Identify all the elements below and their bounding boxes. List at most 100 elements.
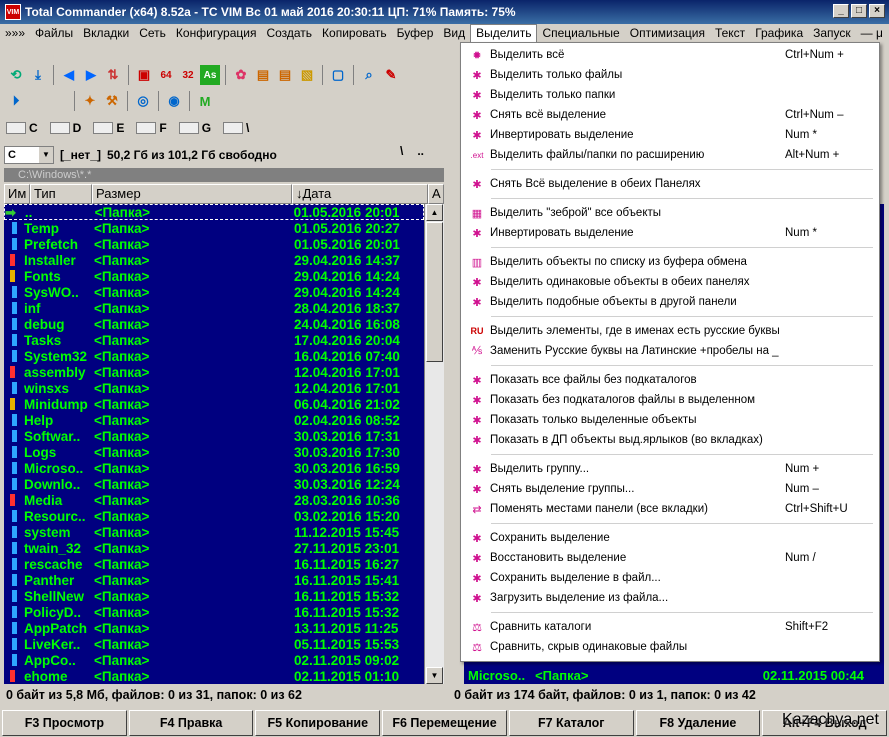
back-arrow-icon[interactable]: ◀ <box>59 65 79 85</box>
table-row[interactable]: Downlo.. <Папка> 30.03.2016 12:24 <box>4 476 424 492</box>
table-row[interactable]: Help <Папка> 02.04.2016 08:52 <box>4 412 424 428</box>
scroll-up-icon[interactable]: ▲ <box>426 204 443 221</box>
table-row[interactable]: Fonts <Папка> 29.04.2016 14:24 <box>4 268 424 284</box>
table-row[interactable]: Prefetch <Папка> 01.05.2016 20:01 <box>4 236 424 252</box>
right-last-row[interactable]: Microso.. <Папка> 02.11.2015 00:44 <box>464 668 884 684</box>
table-row[interactable]: Temp <Папка> 01.05.2016 20:27 <box>4 220 424 236</box>
archive-icon[interactable]: ▤ <box>253 65 273 85</box>
rename-icon[interactable]: ✎ <box>381 65 401 85</box>
drive-button-0[interactable]: C <box>6 121 38 135</box>
left-file-list[interactable]: ➡.. <Папка> 01.05.2016 20:01 Temp <Папка> 01.… <box>4 204 424 684</box>
menu-item-0[interactable]: ✹ Выделить всё Ctrl+Num + <box>461 45 879 65</box>
fkey-button-4[interactable]: F7 Каталог <box>508 710 634 736</box>
table-row[interactable]: Tasks <Папка> 17.04.2016 20:04 <box>4 332 424 348</box>
table-row[interactable]: debug <Папка> 24.04.2016 16:08 <box>4 316 424 332</box>
table-row[interactable]: inf <Папка> 28.04.2016 18:37 <box>4 300 424 316</box>
fkey-button-0[interactable]: F3 Просмотр <box>2 710 127 736</box>
menu-item-3[interactable]: ✱ Снять всё выделение Ctrl+Num – <box>461 105 879 125</box>
search-icon[interactable]: ⌕ <box>359 65 379 85</box>
table-row[interactable]: system <Папка> 11.12.2015 15:45 <box>4 524 424 540</box>
m-icon[interactable]: M <box>195 91 215 111</box>
menu-8[interactable]: Вид <box>438 26 470 40</box>
menu-item-17[interactable]: ⅍ Заменить Русские буквы на Латинские +пр… <box>461 341 879 361</box>
play-icon[interactable]: ⏵ <box>6 91 26 111</box>
menu-4[interactable]: Конфигурация <box>171 26 262 40</box>
drive-button-1[interactable]: D <box>49 121 81 135</box>
minimize-button[interactable]: _ <box>833 4 849 18</box>
menu-item-26[interactable]: ⇄ Поменять местами панели (все вкладки) Ct… <box>461 499 879 519</box>
table-row[interactable]: Logs <Папка> 30.03.2016 17:30 <box>4 444 424 460</box>
tools-icon[interactable]: ⚒ <box>102 91 122 111</box>
table-row[interactable]: ➡.. <Папка> 01.05.2016 20:01 <box>4 204 424 220</box>
left-path[interactable]: C:\Windows\*.* <box>4 168 444 182</box>
table-row[interactable]: Panther <Папка> 16.11.2015 15:41 <box>4 572 424 588</box>
col-attr[interactable]: А <box>428 184 444 204</box>
col-name[interactable]: Им <box>4 184 30 204</box>
col-size[interactable]: Размер <box>92 184 292 204</box>
menu-item-22[interactable]: ✱ Показать в ДП объекты выд.ярлыков (во в… <box>461 430 879 450</box>
menu-item-5[interactable]: .ext Выделить файлы/папки по расширению Al… <box>461 145 879 165</box>
menu-item-30[interactable]: ✱ Сохранить выделение в файл... <box>461 568 879 588</box>
menu-5[interactable]: Создать <box>261 26 317 40</box>
menu-15[interactable]: — μ <box>856 26 888 40</box>
fkey-button-3[interactable]: F6 Перемещение <box>382 710 507 736</box>
scroll-thumb[interactable] <box>426 222 443 362</box>
magic-wand-icon[interactable]: ✦ <box>80 91 100 111</box>
table-row[interactable]: Installer <Папка> 29.04.2016 14:37 <box>4 252 424 268</box>
table-row[interactable]: AppCo.. <Папка> 02.11.2015 09:02 <box>4 652 424 668</box>
menu-item-4[interactable]: ✱ Инвертировать выделение Num * <box>461 125 879 145</box>
disc-icon[interactable]: ◎ <box>133 91 153 111</box>
menu-12[interactable]: Текст <box>710 26 750 40</box>
table-row[interactable]: ehome <Папка> 02.11.2015 01:10 <box>4 668 424 684</box>
x32-icon[interactable]: 32 <box>178 65 198 85</box>
menu-item-16[interactable]: RU Выделить элементы, где в именах есть р… <box>461 321 879 341</box>
fkey-button-2[interactable]: F5 Копирование <box>255 710 381 736</box>
table-row[interactable]: Minidump <Папка> 06.04.2016 21:02 <box>4 396 424 412</box>
menu-10[interactable]: Специальные <box>537 26 624 40</box>
close-button[interactable]: × <box>869 4 885 18</box>
table-row[interactable]: Media <Папка> 28.03.2016 10:36 <box>4 492 424 508</box>
menu-item-25[interactable]: ✱ Снять выделение группы... Num – <box>461 479 879 499</box>
forward-arrow-icon[interactable]: ▶ <box>81 65 101 85</box>
globe-icon[interactable]: ◉ <box>164 91 184 111</box>
table-row[interactable]: AppPatch <Папка> 13.11.2015 11:25 <box>4 620 424 636</box>
vim-icon[interactable]: ▣ <box>134 65 154 85</box>
menu-item-33[interactable]: ⚖ Сравнить каталоги Shift+F2 <box>461 617 879 637</box>
menu-item-24[interactable]: ✱ Выделить группу... Num + <box>461 459 879 479</box>
table-row[interactable]: LiveKer.. <Папка> 05.11.2015 15:53 <box>4 636 424 652</box>
menu-item-28[interactable]: ✱ Сохранить выделение <box>461 528 879 548</box>
download-icon[interactable]: ⤓ <box>28 65 48 85</box>
scroll-down-icon[interactable]: ▼ <box>426 667 443 684</box>
table-row[interactable]: Resourc.. <Папка> 03.02.2016 15:20 <box>4 508 424 524</box>
sync-icon[interactable]: ⇅ <box>103 65 123 85</box>
table-row[interactable]: System32 <Папка> 16.04.2016 07:40 <box>4 348 424 364</box>
menu-item-7[interactable]: ✱ Снять Всё выделение в обеих Панелях <box>461 174 879 194</box>
drive-button-3[interactable]: F <box>136 121 167 135</box>
package-icon[interactable]: ✿ <box>231 65 251 85</box>
menu-14[interactable]: Запуск <box>808 26 856 40</box>
menu-item-20[interactable]: ✱ Показать без подкаталогов файлы в выдел… <box>461 390 879 410</box>
refresh-icon[interactable]: ⟲ <box>6 65 26 85</box>
menu-7[interactable]: Буфер <box>392 26 439 40</box>
menu-item-13[interactable]: ✱ Выделить одинаковые объекты в обеих пан… <box>461 272 879 292</box>
root-button[interactable]: \ <box>400 144 403 158</box>
menu-0[interactable]: »»» <box>0 26 30 40</box>
menu-item-29[interactable]: ✱ Восстановить выделение Num / <box>461 548 879 568</box>
drive-button-2[interactable]: E <box>93 121 124 135</box>
col-date[interactable]: ↓Дата <box>292 184 428 204</box>
menu-13[interactable]: Графика <box>750 26 808 40</box>
drive-button-5[interactable]: \ <box>223 121 249 135</box>
archive2-icon[interactable]: ▤ <box>275 65 295 85</box>
drive-button-4[interactable]: G <box>178 121 211 135</box>
table-row[interactable]: SysWO.. <Папка> 29.04.2016 14:24 <box>4 284 424 300</box>
left-scrollbar[interactable]: ▲ ▼ <box>424 204 444 684</box>
menu-item-2[interactable]: ✱ Выделить только папки <box>461 85 879 105</box>
menu-item-12[interactable]: ▥ Выделить объекты по списку из буфера об… <box>461 252 879 272</box>
table-row[interactable]: rescache <Папка> 16.11.2015 16:27 <box>4 556 424 572</box>
table-row[interactable]: Softwar.. <Папка> 30.03.2016 17:31 <box>4 428 424 444</box>
menu-2[interactable]: Вкладки <box>78 26 134 40</box>
menu-item-1[interactable]: ✱ Выделить только файлы <box>461 65 879 85</box>
col-type[interactable]: Тип <box>30 184 92 204</box>
window-icon[interactable]: ▢ <box>328 65 348 85</box>
fkey-button-1[interactable]: F4 Правка <box>128 710 254 736</box>
